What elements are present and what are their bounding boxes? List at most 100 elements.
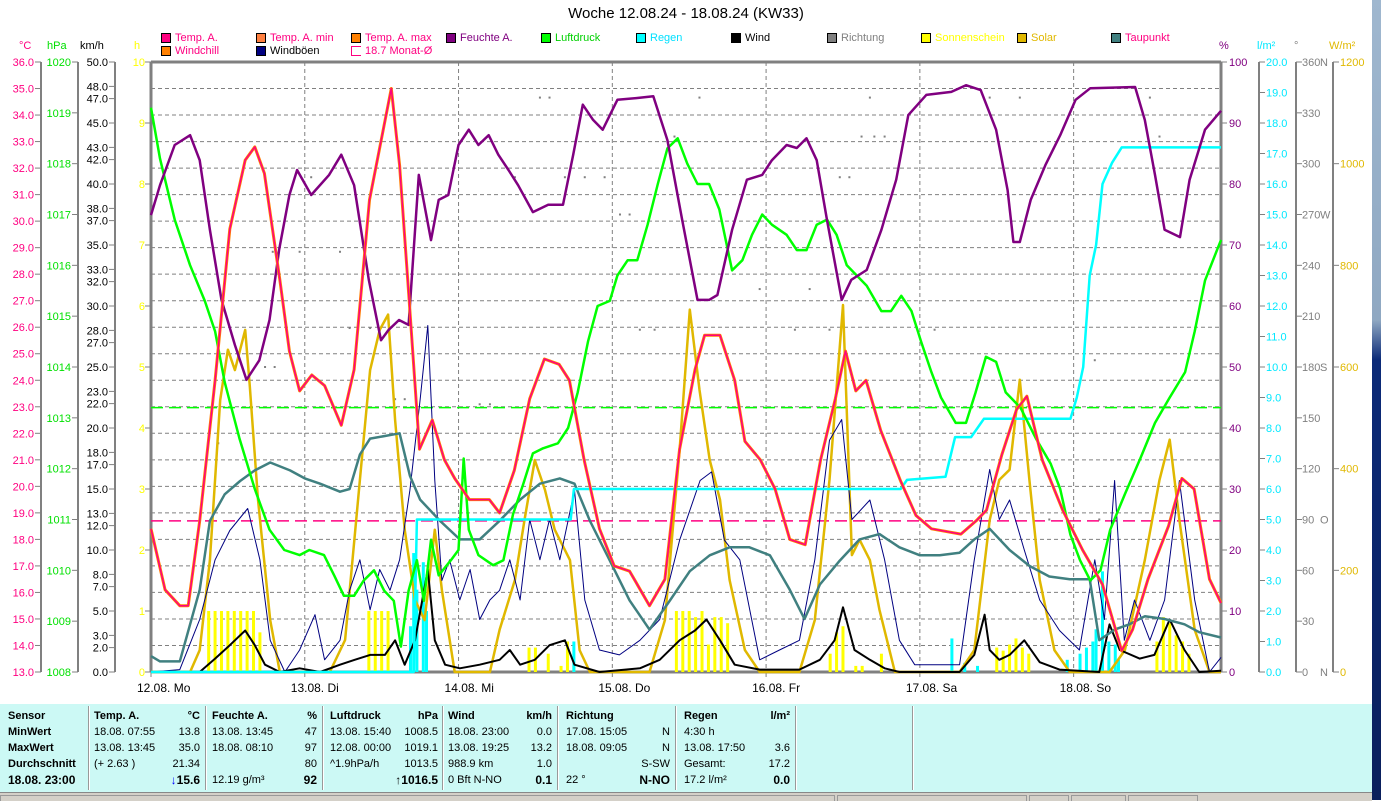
axis-tick-label: 29.0 xyxy=(13,243,34,255)
axis-tick-label: 47.0 xyxy=(87,94,108,106)
axis-tick-label: 4.0 xyxy=(1266,545,1281,557)
status-segment xyxy=(1029,795,1069,801)
stats-cell-label: 13.08. 15:40 xyxy=(330,726,392,738)
sensor-row: MaxWert xyxy=(8,740,86,756)
axis-tick-label: 6 xyxy=(139,301,145,313)
axis-tick-label: 50 xyxy=(1229,362,1241,374)
stats-cell-label: Gesamt: xyxy=(684,758,726,770)
axis-tick-label: 22.0 xyxy=(13,428,34,440)
stats-cell-value: 1.0 xyxy=(537,756,552,772)
axis-tick-label: 120 xyxy=(1302,464,1320,476)
stats-cell-value: 47 xyxy=(305,724,317,740)
stats-cell-label: 4:30 h xyxy=(684,726,715,738)
desktop-background xyxy=(1372,0,1381,800)
direction-dot xyxy=(369,327,372,330)
stats-cell-value: 80 xyxy=(305,756,317,772)
rain-bar xyxy=(1078,653,1082,672)
axis-tick-label: 17.0 xyxy=(87,460,108,472)
stats-row: 18.08. 07:55 13.8 xyxy=(94,724,200,740)
axis-tick-label: 5.0 xyxy=(1266,515,1281,527)
direction-dot xyxy=(628,213,631,216)
sensor-row: MinWert xyxy=(8,724,86,740)
stats-row: 17.2 l/m² 0.0 xyxy=(684,772,790,788)
stats-cell-value: ↑1016.5 xyxy=(395,772,438,788)
axis-tick-label: 28.0 xyxy=(13,269,34,281)
stats-header: Regen l/m² xyxy=(684,708,790,724)
axis-tick-label: 210 xyxy=(1302,311,1320,323)
axis-tick-label: 7.0 xyxy=(1266,454,1281,466)
rain-bar xyxy=(1091,641,1095,672)
axis-tick-label: 300 xyxy=(1302,159,1320,171)
axis-tick-label: 35.0 xyxy=(13,84,34,96)
stats-header: Wind km/h xyxy=(448,708,552,724)
axis-tick-label: 19.0 xyxy=(1266,88,1287,100)
stats-row: 13.08. 17:50 3.6 xyxy=(684,740,790,756)
stats-cell-value: 1013.5 xyxy=(404,756,438,772)
sensor-row: Durchschnitt xyxy=(8,756,86,772)
axis-tick-label: 16.0 xyxy=(1266,179,1287,191)
axis-tick-label: 25.0 xyxy=(87,362,108,374)
axis-tick-label: 14.0 xyxy=(13,640,34,652)
axis-tick-label: 8 xyxy=(139,179,145,191)
stats-cell-label: 12.19 g/m³ xyxy=(212,774,265,786)
sunshine-bar xyxy=(367,611,371,672)
direction-dot xyxy=(1018,96,1021,99)
axis-tick-label: 18.0 xyxy=(13,534,34,546)
direction-dot xyxy=(548,96,551,99)
stats-cell-value: 13.8 xyxy=(179,724,200,740)
direction-dot xyxy=(1048,518,1051,521)
rain-bar xyxy=(572,641,576,672)
stats-row: 988.9 km 1.0 xyxy=(448,756,552,772)
sensor-row-label: Durchschnitt xyxy=(8,758,76,770)
stats-cell-label: 18.08. 09:05 xyxy=(566,742,628,754)
axis-tick-label: 8.0 xyxy=(1266,423,1281,435)
sunshine-bar xyxy=(1001,650,1005,672)
stats-value-text: N xyxy=(662,742,670,754)
direction-dot xyxy=(603,176,606,179)
column-separator xyxy=(88,706,90,790)
sunshine-bar xyxy=(226,611,230,672)
axis-tick-label: 360 xyxy=(1302,57,1320,69)
stats-cell-value: N-NO xyxy=(639,772,670,788)
stats-cell-value: 1008.5 xyxy=(404,724,438,740)
x-tick-label: 12.08. Mo xyxy=(137,681,191,695)
axis-tick-label: 28.0 xyxy=(87,325,108,337)
stats-row: ↓15.6 xyxy=(94,772,200,788)
sunshine-bar xyxy=(860,665,864,672)
sunshine-bar xyxy=(1168,623,1172,672)
stats-row: 17.08. 15:05 N xyxy=(566,724,670,740)
stats-header: Feuchte A.% xyxy=(212,708,317,724)
axis-tick-label: 1 xyxy=(139,606,145,618)
axis-tick-label: 1011 xyxy=(47,515,71,527)
axis-tick-label: 80 xyxy=(1229,179,1241,191)
direction-dot xyxy=(860,135,863,138)
stats-row: 22 ° N-NO xyxy=(566,772,670,788)
sensor-column: Sensor MinWert MaxWert Durchschnitt 18.08. 2… xyxy=(8,708,86,788)
axis-tick-label: 100 xyxy=(1229,57,1247,69)
stats-column-temp-a: Temp. A. °C 18.08. 07:55 13.8 13.08. 13:45 35… xyxy=(94,708,200,788)
stats-cell-label: 18.08. 23:00 xyxy=(448,726,510,738)
compass-label: O xyxy=(1320,515,1329,527)
axis-tick-label: 25.0 xyxy=(13,349,34,361)
sunshine-bar xyxy=(219,611,223,672)
direction-dot xyxy=(883,135,886,138)
sunshine-bar xyxy=(373,611,377,672)
sensor-row-label: MinWert xyxy=(8,726,52,738)
stats-value-text: 17.2 xyxy=(768,758,790,770)
stats-header-unit: l/m² xyxy=(770,710,790,722)
stats-cell-value: N xyxy=(662,724,670,740)
stats-cell-value: 92 xyxy=(304,772,317,788)
axis-tick-label: 7 xyxy=(139,240,145,252)
stats-row: (+ 2.63 ) 21.34 xyxy=(94,756,200,772)
stats-column-regen: Regen l/m² 4:30 h 13.08. 17:50 3.6 Gesamt: 17.… xyxy=(684,708,790,788)
sunshine-bar xyxy=(1174,635,1178,672)
stats-row: 18.08. 23:00 0.0 xyxy=(448,724,552,740)
stats-row: 18.08. 09:05 N xyxy=(566,740,670,756)
axis-tick-label: 38.0 xyxy=(87,203,108,215)
rain-bar xyxy=(1113,644,1117,672)
stats-value-text: N-NO xyxy=(639,773,670,787)
sunshine-bar xyxy=(706,644,710,672)
axis-tick-label: 1015 xyxy=(47,311,71,323)
stats-cell-label: 18.08. 07:55 xyxy=(94,726,156,738)
stats-header-unit: °C xyxy=(187,710,200,722)
